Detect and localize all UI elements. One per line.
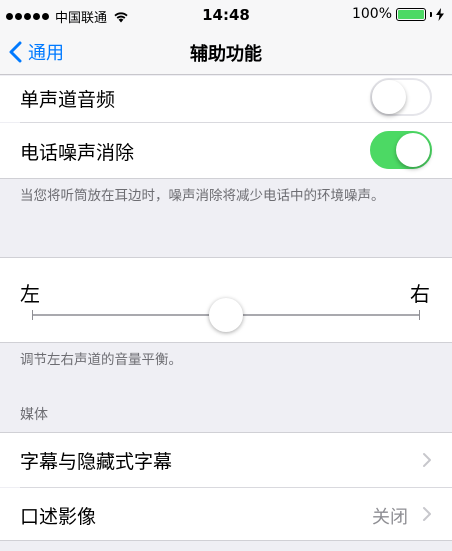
noise-cancel-toggle[interactable] [370,131,432,169]
status-right: 100% [352,6,444,22]
chevron-right-icon [423,507,431,521]
group-separator [0,178,452,179]
audio-description-value: 关闭 [372,507,408,528]
navigation-bar: 通用 辅助功能 [0,30,452,75]
group-separator [0,540,452,541]
toggle-knob [396,133,430,167]
audio-description-row[interactable]: 口述影像 关闭 [0,488,452,540]
battery-percent: 100% [351,6,392,22]
subtitles-row[interactable]: 字幕与隐藏式字幕 [0,433,452,487]
mono-audio-label: 单声道音频 [20,89,116,111]
mono-audio-row: 单声道音频 [0,76,452,122]
media-section-header: 媒体 [20,407,48,423]
balance-row: 左 右 [0,258,452,342]
charging-icon [436,7,444,21]
noise-cancel-row: 电话噪声消除 [0,123,452,178]
toggle-knob [372,80,406,114]
noise-cancel-label: 电话噪声消除 [20,142,135,164]
noise-cancel-footer: 当您将听筒放在耳边时，噪声消除将减少电话中的环境噪声。 [20,188,385,204]
group-separator [0,342,452,343]
mono-audio-toggle[interactable] [370,78,432,116]
slider-tick-left [32,310,33,320]
battery-tip [430,11,432,17]
battery-icon [396,7,426,21]
chevron-right-icon [423,453,431,467]
audio-description-label: 口述影像 [20,506,97,528]
balance-footer: 调节左右声道的音量平衡。 [20,352,182,368]
balance-left-label: 左 [20,282,40,306]
battery-fill [398,9,424,19]
slider-tick-right [419,310,420,320]
balance-slider-thumb[interactable] [209,298,243,332]
page-title: 辅助功能 [190,44,262,65]
subtitles-label: 字幕与隐藏式字幕 [20,451,173,473]
status-bar: 中国联通 14:48 100% [0,0,452,30]
balance-right-label: 右 [410,282,430,306]
